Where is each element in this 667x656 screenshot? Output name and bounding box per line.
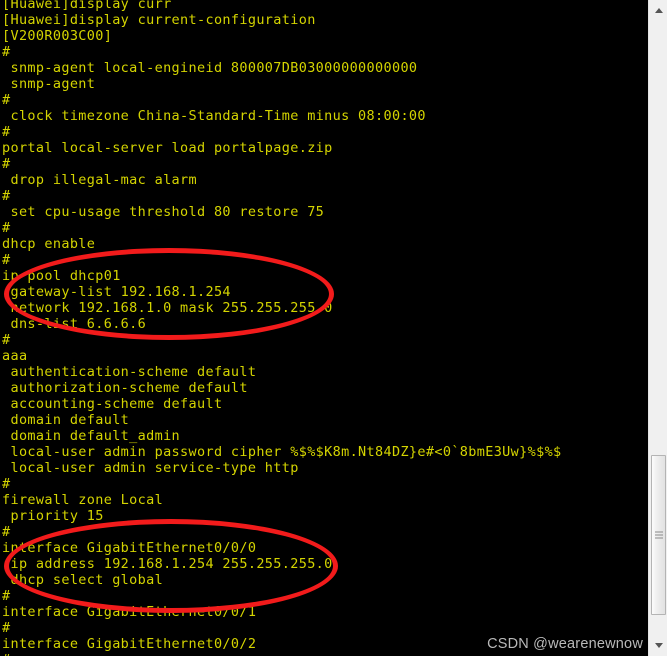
console-line: # bbox=[2, 588, 11, 604]
console-line: # bbox=[2, 524, 11, 540]
console-line: # bbox=[2, 124, 11, 140]
console-line: aaa bbox=[2, 348, 28, 364]
console-line: authentication-scheme default bbox=[2, 364, 257, 380]
console-line: ip pool dhcp01 bbox=[2, 268, 121, 284]
console-line: interface GigabitEthernet0/0/0 bbox=[2, 540, 257, 556]
triangle-up-glyph bbox=[654, 8, 663, 13]
triangle-down-icon[interactable] bbox=[649, 637, 667, 654]
console-line: firewall zone Local bbox=[2, 492, 164, 508]
console-line: snmp-agent local-engineid 800007DB030000… bbox=[2, 60, 418, 76]
console-line: [V200R003C00] bbox=[2, 28, 113, 44]
console-line: # bbox=[0, 652, 648, 656]
console-line: drop illegal-mac alarm bbox=[2, 172, 197, 188]
grip-lines-icon bbox=[654, 531, 663, 539]
console-line: dhcp enable bbox=[2, 236, 96, 252]
console-line-list: [Huawei]display curr [Huawei]display curr… bbox=[0, 0, 648, 656]
console-line: network 192.168.1.0 mask 255.255.255.0 bbox=[2, 300, 333, 316]
scrollbar-thumb[interactable] bbox=[651, 455, 666, 615]
console-line: local-user admin password cipher %$%$K8m… bbox=[2, 444, 562, 460]
triangle-up-icon[interactable] bbox=[649, 2, 667, 19]
console-line: domain default bbox=[2, 412, 130, 428]
console-line: priority 15 bbox=[2, 508, 104, 524]
triangle-down-glyph bbox=[654, 643, 663, 648]
console-line: # bbox=[2, 156, 11, 172]
console-line: [Huawei]display current-configuration bbox=[2, 12, 316, 28]
console-line: snmp-agent bbox=[2, 76, 96, 92]
console-line: domain default_admin bbox=[2, 428, 181, 444]
console-line: # bbox=[2, 220, 11, 236]
console-line: dhcp select global bbox=[2, 572, 164, 588]
console-line: # bbox=[2, 188, 11, 204]
console-line: set cpu-usage threshold 80 restore 75 bbox=[2, 204, 325, 220]
console-line: # bbox=[2, 44, 11, 60]
console-line: # bbox=[2, 92, 11, 108]
console-line: # bbox=[2, 620, 11, 636]
console-line: interface GigabitEthernet0/0/1 bbox=[2, 604, 257, 620]
vertical-scrollbar[interactable] bbox=[648, 0, 667, 656]
console-line: dns-list 6.6.6.6 bbox=[2, 316, 147, 332]
console-line: gateway-list 192.168.1.254 bbox=[2, 284, 231, 300]
console-line: # bbox=[2, 332, 11, 348]
terminal-screenshot: [Huawei]display curr [Huawei]display curr… bbox=[0, 0, 667, 656]
console-line: # bbox=[2, 252, 11, 268]
console-line: portal local-server load portalpage.zip bbox=[2, 140, 333, 156]
console-line: authorization-scheme default bbox=[2, 380, 248, 396]
console-line: accounting-scheme default bbox=[2, 396, 223, 412]
console-line: [Huawei]display curr bbox=[2, 0, 172, 12]
console-line: clock timezone China-Standard-Time minus… bbox=[2, 108, 426, 124]
console-output-pane[interactable]: [Huawei]display curr [Huawei]display curr… bbox=[0, 0, 648, 656]
console-line: ip address 192.168.1.254 255.255.255.0 bbox=[2, 556, 333, 572]
watermark-text: CSDN @wearenewnow bbox=[487, 636, 643, 652]
console-line: local-user admin service-type http bbox=[2, 460, 299, 476]
console-line: # bbox=[2, 476, 11, 492]
